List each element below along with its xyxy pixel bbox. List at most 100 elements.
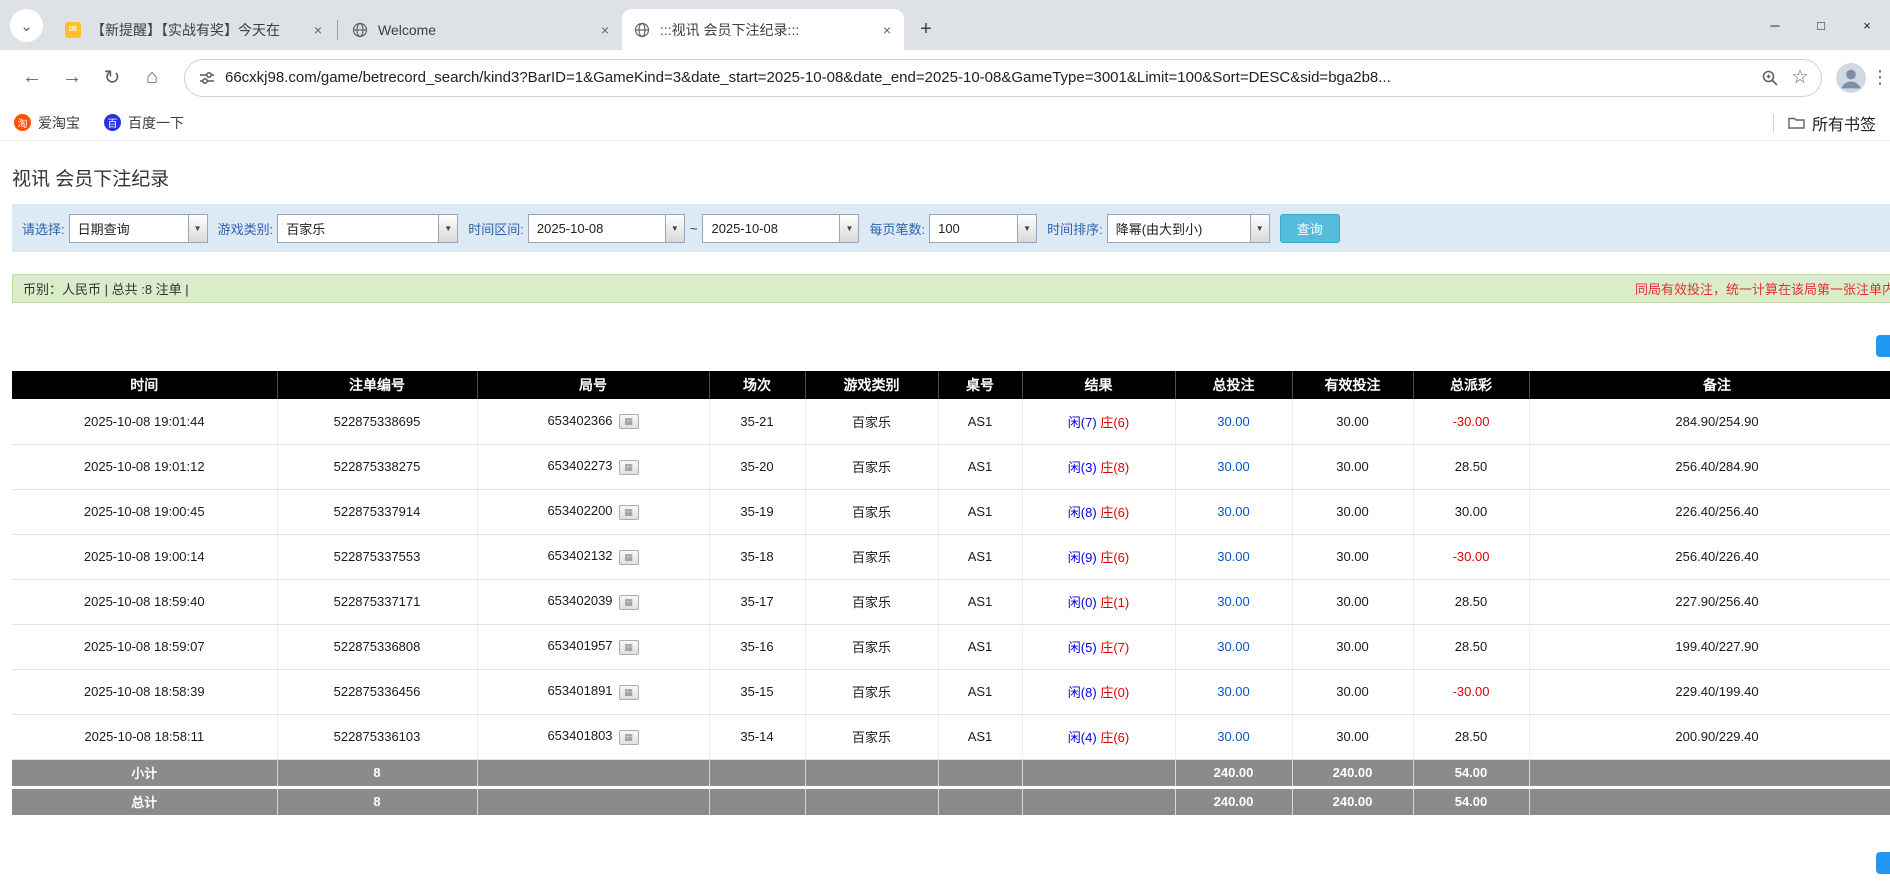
new-tab-button[interactable]: + (912, 15, 940, 43)
browser-menu-icon[interactable]: ⋮ (1870, 60, 1890, 96)
dropdown-arrow-icon[interactable]: ▼ (665, 214, 685, 243)
tab-search-button[interactable]: ⌄ (10, 9, 43, 42)
url-text[interactable]: 66cxkj98.com/game/betrecord_search/kind3… (225, 69, 1755, 86)
cell-session: 35-21 (709, 399, 805, 444)
result-player: 闲(8) (1068, 685, 1097, 700)
cell-bet-id: 522875338695 (277, 399, 477, 444)
profile-avatar[interactable] (1836, 63, 1866, 93)
dropdown-arrow-icon[interactable]: ▼ (839, 214, 859, 243)
search-button[interactable]: 查询 (1280, 214, 1340, 243)
result-banker: 庄(6) (1100, 550, 1129, 565)
all-bookmarks-button[interactable]: 所有书签 (1773, 111, 1876, 135)
cell-table-no: AS1 (938, 489, 1022, 534)
tab-close-icon[interactable]: × (596, 21, 614, 39)
bookmark-baidu[interactable]: 百 百度一下 (104, 113, 184, 133)
cell-payout: 28.50 (1413, 624, 1529, 669)
dropdown-arrow-icon[interactable]: ▼ (1250, 214, 1270, 243)
roadmap-icon[interactable]: ▦ (619, 640, 639, 655)
roadmap-icon[interactable]: ▦ (619, 505, 639, 520)
total-bet-value[interactable]: 30.00 (1217, 414, 1250, 429)
table-body: 2025-10-08 19:01:44 522875338695 6534023… (12, 399, 1890, 759)
cell-payout: 28.50 (1413, 444, 1529, 489)
cell-remark: 227.90/256.40 (1529, 579, 1890, 624)
address-bar[interactable]: 66cxkj98.com/game/betrecord_search/kind3… (184, 59, 1822, 97)
browser-tab-forum[interactable]: ✉ 【新提醒】【实战有奖】今天在 × (53, 9, 335, 50)
date-end-select[interactable]: 2025-10-08 ▼ (702, 214, 859, 243)
taobao-icon: 淘 (14, 114, 31, 131)
zoom-icon[interactable] (1755, 63, 1785, 93)
bookmark-star-icon[interactable]: ☆ (1785, 63, 1815, 93)
cell-total-bet: 30.00 (1175, 624, 1292, 669)
total-bet-value[interactable]: 30.00 (1217, 504, 1250, 519)
home-button[interactable]: ⌂ (134, 60, 170, 96)
forward-button[interactable]: → (54, 60, 90, 96)
cell-bet-id: 522875338275 (277, 444, 477, 489)
total-bet-value[interactable]: 30.00 (1217, 684, 1250, 699)
floating-scroll-button-bottom[interactable] (1876, 852, 1890, 874)
floating-scroll-button-top[interactable] (1876, 335, 1890, 357)
cell-bet-id: 522875336456 (277, 669, 477, 714)
dropdown-arrow-icon[interactable]: ▼ (1017, 214, 1037, 243)
cell-valid-bet: 30.00 (1292, 669, 1413, 714)
result-banker: 庄(0) (1100, 685, 1129, 700)
roadmap-icon[interactable]: ▦ (619, 685, 639, 700)
cell-game: 百家乐 (805, 489, 938, 534)
dropdown-arrow-icon[interactable]: ▼ (188, 214, 208, 243)
cell-table-no: AS1 (938, 444, 1022, 489)
header-result: 结果 (1022, 371, 1175, 399)
cell-payout: 28.50 (1413, 714, 1529, 759)
date-start-select[interactable]: 2025-10-08 ▼ (528, 214, 685, 243)
total-bet-value[interactable]: 30.00 (1217, 639, 1250, 654)
back-button[interactable]: ← (14, 60, 50, 96)
empty-cell (1529, 787, 1890, 815)
cell-remark: 200.90/229.40 (1529, 714, 1890, 759)
tab-close-icon[interactable]: × (309, 21, 327, 39)
subtotal-total-bet: 240.00 (1175, 759, 1292, 787)
bookmark-label: 爱淘宝 (38, 113, 80, 133)
total-bet-value[interactable]: 30.00 (1217, 549, 1250, 564)
page-size-select[interactable]: 100 ▼ (929, 214, 1037, 243)
header-round: 局号 (477, 371, 709, 399)
game-type-select[interactable]: 百家乐 ▼ (277, 214, 458, 243)
payout-value: 28.50 (1455, 729, 1488, 744)
result-player: 闲(3) (1068, 460, 1097, 475)
total-bet-value[interactable]: 30.00 (1217, 729, 1250, 744)
round-number: 653402039 (547, 593, 612, 608)
cell-table-no: AS1 (938, 624, 1022, 669)
subtotal-label: 小计 (12, 759, 277, 787)
cell-payout: 28.50 (1413, 579, 1529, 624)
header-game: 游戏类别 (805, 371, 938, 399)
tab-close-icon[interactable]: × (878, 21, 896, 39)
all-bookmarks-label: 所有书签 (1812, 111, 1876, 135)
browser-tab-betrecord-active[interactable]: :::视讯 会员下注纪录::: × (622, 9, 904, 50)
maximize-button[interactable]: □ (1798, 0, 1844, 50)
bookmark-taobao[interactable]: 淘 爱淘宝 (14, 113, 80, 133)
minimize-button[interactable]: ─ (1752, 0, 1798, 50)
query-type-select[interactable]: 日期查询 ▼ (69, 214, 208, 243)
browser-tab-welcome[interactable]: Welcome × (340, 9, 622, 50)
tab-title: :::视讯 会员下注纪录::: (660, 20, 872, 40)
cell-round: 653401891▦ (477, 669, 709, 714)
roadmap-icon[interactable]: ▦ (619, 414, 639, 429)
result-banker: 庄(6) (1100, 415, 1129, 430)
cell-valid-bet: 30.00 (1292, 444, 1413, 489)
roadmap-icon[interactable]: ▦ (619, 550, 639, 565)
result-player: 闲(0) (1068, 595, 1097, 610)
cell-time: 2025-10-08 19:00:14 (12, 534, 277, 579)
roadmap-icon[interactable]: ▦ (619, 460, 639, 475)
roadmap-icon[interactable]: ▦ (619, 730, 639, 745)
roadmap-icon[interactable]: ▦ (619, 595, 639, 610)
total-payout: 54.00 (1413, 787, 1529, 815)
cell-remark: 199.40/227.90 (1529, 624, 1890, 669)
dropdown-arrow-icon[interactable]: ▼ (438, 214, 458, 243)
payout-value: -30.00 (1453, 414, 1490, 429)
refresh-button[interactable]: ↻ (94, 60, 130, 96)
total-bet-value[interactable]: 30.00 (1217, 459, 1250, 474)
sort-select[interactable]: 降幂(由大到小) ▼ (1107, 214, 1270, 243)
empty-cell (709, 787, 805, 815)
site-settings-icon[interactable] (199, 70, 215, 86)
folder-icon (1788, 115, 1805, 130)
close-button[interactable]: × (1844, 0, 1890, 50)
total-bet-value[interactable]: 30.00 (1217, 594, 1250, 609)
empty-cell (477, 759, 709, 787)
